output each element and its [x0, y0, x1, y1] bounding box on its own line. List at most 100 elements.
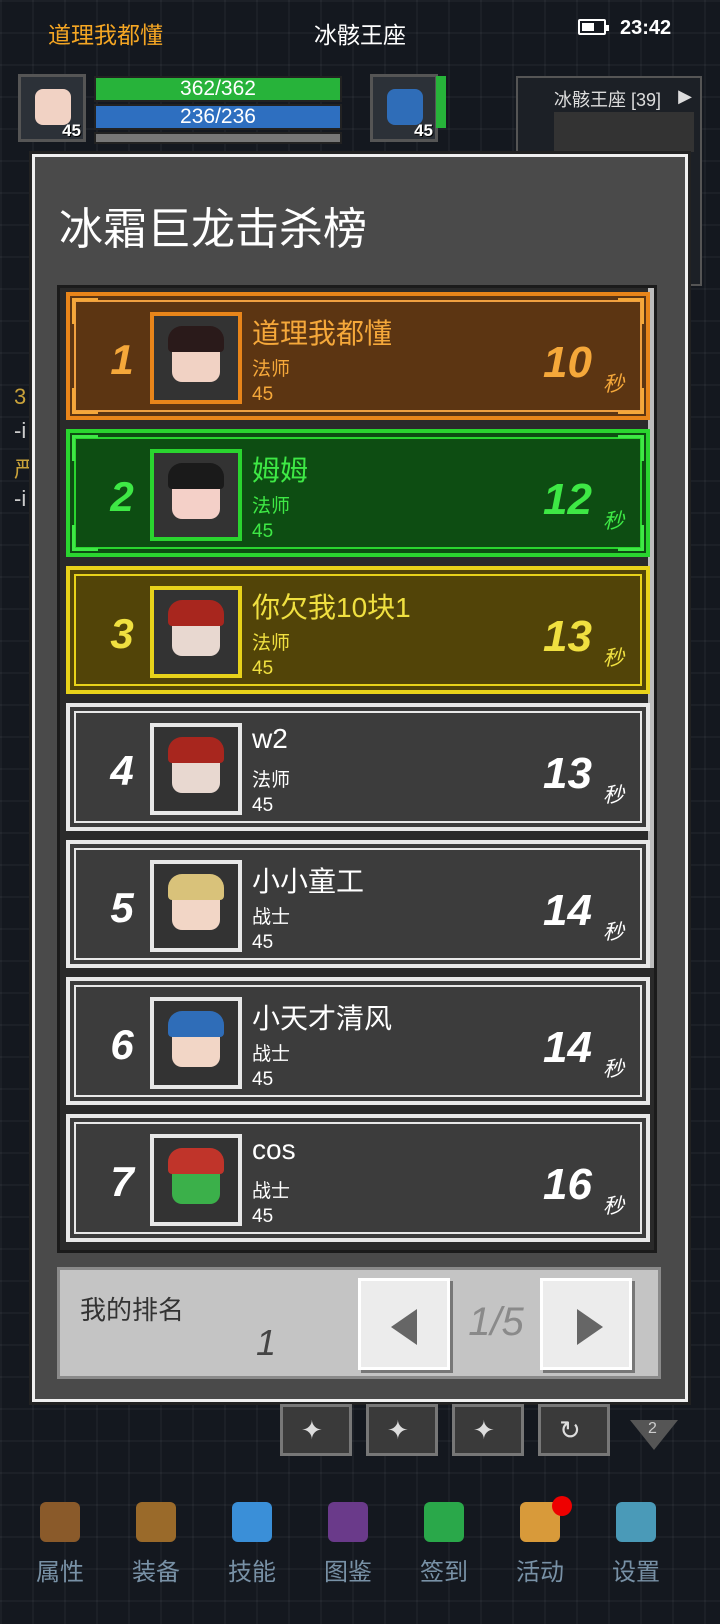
kill-time: 12: [543, 475, 592, 524]
nav-item-7[interactable]: 设置: [586, 1502, 686, 1587]
prev-page-button[interactable]: [358, 1278, 450, 1370]
player-name: 小天才清风: [252, 1003, 393, 1034]
hair-icon: [168, 1011, 224, 1037]
ornament-icon: [72, 435, 98, 461]
xp-bar: [94, 132, 342, 144]
player-class: 战士: [252, 907, 291, 928]
kill-time: 14: [543, 1023, 592, 1072]
kill-time: 14: [543, 886, 592, 935]
avatar[interactable]: [150, 723, 242, 815]
rank-number: 5: [110, 884, 134, 931]
player-name: cos: [252, 1134, 296, 1165]
nav-label: 装备: [132, 1559, 180, 1586]
avatar[interactable]: [150, 312, 242, 404]
kill-time: 13: [543, 612, 592, 661]
skill-icon: ✦: [301, 1415, 323, 1445]
avatar[interactable]: [150, 1134, 242, 1226]
nav-icon: [136, 1502, 176, 1542]
player-level: 45: [252, 932, 274, 953]
player-class: 法师: [252, 770, 291, 791]
ornament-icon: [72, 298, 98, 324]
next-page-button[interactable]: [540, 1278, 632, 1370]
rank-number: 2: [110, 473, 134, 520]
leaderboard-row[interactable]: 4 w2 法师 45 13 秒: [66, 703, 650, 831]
player-class: 战士: [252, 1044, 291, 1065]
player-class: 法师: [252, 633, 291, 654]
nav-label: 设置: [612, 1559, 660, 1586]
skill-slot[interactable]: ✦: [366, 1404, 438, 1456]
nav-icon: [40, 1502, 80, 1542]
nav-item-1[interactable]: 属性: [10, 1502, 110, 1587]
mp-bar: 236/236: [94, 104, 342, 130]
nav-item-2[interactable]: 装备: [106, 1502, 206, 1587]
time-unit: 秒: [603, 921, 624, 944]
avatar[interactable]: [150, 449, 242, 541]
hair-icon: [168, 463, 224, 489]
skill-page-number: 2: [648, 1420, 657, 1437]
minimap-title: 冰骸王座 [39]: [554, 90, 662, 110]
kill-time: 10: [543, 338, 592, 387]
nav-label: 属性: [36, 1559, 84, 1586]
avatar[interactable]: [150, 586, 242, 678]
nav-label: 活动: [516, 1559, 564, 1586]
player-name: 姆姆: [252, 455, 309, 486]
log-text: 3: [14, 384, 27, 409]
hair-icon: [168, 600, 224, 626]
time-unit: 秒: [603, 510, 624, 533]
skill-icon: ✦: [473, 1415, 495, 1445]
leaderboard-row[interactable]: 3 你欠我10块1 法师 45 13 秒: [66, 566, 650, 694]
skill-icon: ↻: [559, 1415, 581, 1445]
nav-label: 技能: [228, 1559, 276, 1586]
player-class: 战士: [252, 1181, 291, 1202]
skill-slot[interactable]: ✦: [452, 1404, 524, 1456]
pet-level: 45: [414, 121, 433, 140]
bottom-nav: 属性 装备 技能 图鉴 签到 活动 设置: [0, 1494, 720, 1624]
nav-item-4[interactable]: 图鉴: [298, 1502, 398, 1587]
status-bar: 道理我都懂 冰骸王座 23:42: [0, 0, 720, 60]
nav-icon: [616, 1502, 656, 1542]
leaderboard-list[interactable]: 1 道理我都懂 法师 45 10 秒 2 姆姆 法师 45 12 秒 3 你欠我10块1 法师 45 13 秒 4 w…: [57, 285, 657, 1253]
player-portrait[interactable]: 45: [18, 74, 86, 142]
ornament-icon: [618, 298, 644, 324]
avatar[interactable]: [150, 860, 242, 952]
time-unit: 秒: [603, 1195, 624, 1218]
player-level: 45: [62, 121, 81, 140]
nav-item-5[interactable]: 签到: [394, 1502, 494, 1587]
time-unit: 秒: [603, 784, 624, 807]
hair-icon: [168, 737, 224, 763]
log-text: -i: [14, 486, 27, 511]
player-level: 45: [252, 795, 274, 816]
arrow-right-icon: [577, 1309, 603, 1345]
player-class: 法师: [252, 496, 291, 517]
player-name: 小小童工: [252, 866, 365, 897]
leaderboard-row[interactable]: 2 姆姆 法师 45 12 秒: [66, 429, 650, 557]
kill-time: 13: [543, 749, 592, 798]
time-unit: 秒: [603, 647, 624, 670]
expand-arrow-icon[interactable]: ▶: [678, 86, 692, 107]
nav-label: 图鉴: [324, 1559, 372, 1586]
entries: 1 道理我都懂 法师 45 10 秒 2 姆姆 法师 45 12 秒 3 你欠我10块1 法师 45 13 秒 4 w…: [66, 292, 650, 1251]
player-level: 45: [252, 384, 274, 405]
notification-dot-icon: [552, 1496, 572, 1516]
minimap-view: [554, 112, 694, 152]
avatar[interactable]: [150, 997, 242, 1089]
nav-icon: [424, 1502, 464, 1542]
skill-slot[interactable]: ✦: [280, 1404, 352, 1456]
hp-bar: 362/362: [94, 76, 342, 102]
nav-item-3[interactable]: 技能: [202, 1502, 302, 1587]
rank-number: 6: [110, 1021, 134, 1068]
time-unit: 秒: [603, 1058, 624, 1081]
leaderboard-row[interactable]: 6 小天才清风 战士 45 14 秒: [66, 977, 650, 1105]
avatar: [387, 89, 423, 125]
pet-portrait[interactable]: 45: [370, 74, 438, 142]
leaderboard-row[interactable]: 5 小小童工战士 45 14 秒: [66, 840, 650, 968]
nav-item-6[interactable]: 活动: [490, 1496, 590, 1587]
leaderboard-row[interactable]: 1 道理我都懂 法师 45 10 秒: [66, 292, 650, 420]
skill-slot[interactable]: ↻: [538, 1404, 610, 1456]
rank-number: 1: [110, 336, 134, 383]
player-name: w2: [252, 723, 288, 754]
leaderboard-row[interactable]: 7 cos 战士 45 16 秒: [66, 1114, 650, 1242]
rank-number: 4: [110, 747, 134, 794]
arrow-left-icon: [391, 1309, 417, 1345]
my-rank-label: 我的排名: [80, 1295, 185, 1325]
